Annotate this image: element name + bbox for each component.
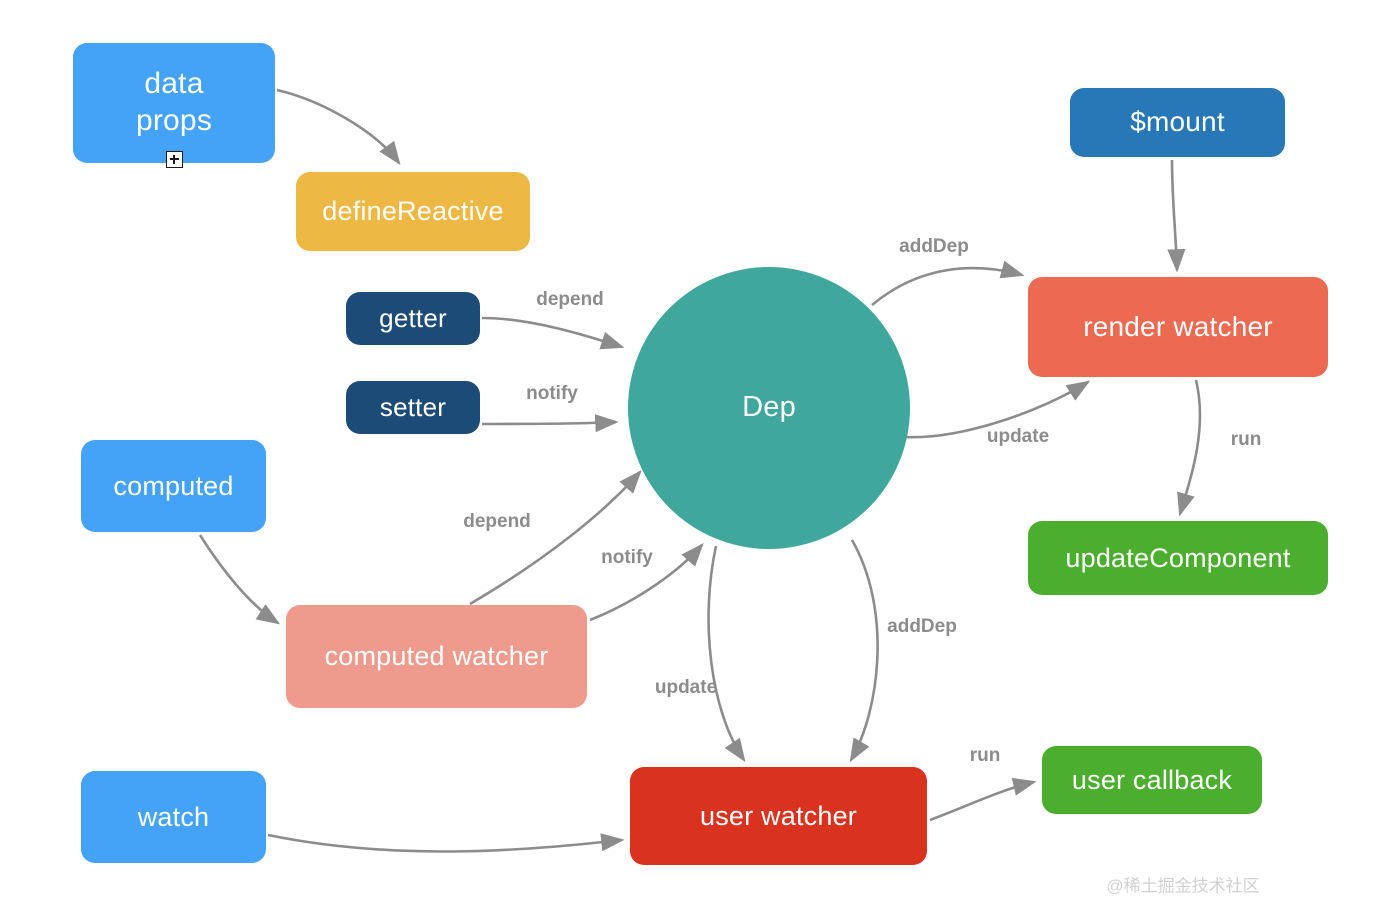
node-label: Dep: [742, 391, 796, 424]
node-label: computed: [113, 470, 234, 501]
node-label: defineReactive: [322, 196, 504, 227]
node-data-props[interactable]: data props: [73, 43, 275, 163]
node-watch[interactable]: watch: [81, 771, 266, 863]
node-label: updateComponent: [1065, 542, 1291, 573]
edge-label-dep-to-renderwatcher-update: update: [986, 426, 1050, 447]
watermark: @稀土掘金技术社区: [1106, 876, 1260, 896]
node-label: getter: [379, 302, 447, 333]
node-label: user watcher: [700, 800, 857, 831]
node-computed[interactable]: computed: [81, 440, 266, 532]
edge-dep-to-userwatcher-update: [707, 545, 746, 763]
edge-label-setter-to-dep: notify: [526, 383, 578, 404]
node-label: computed watcher: [324, 641, 549, 672]
node-label: data props: [135, 67, 213, 137]
edge-setter-to-dep: [481, 414, 619, 433]
edge-label-computedwatcher-to-dep-depend: depend: [463, 511, 531, 532]
node-dep[interactable]: Dep: [628, 267, 910, 549]
edge-userwatcher-to-usercallback: [929, 777, 1037, 822]
edge-watch-to-userwatcher: [267, 833, 625, 853]
edge-renderwatcher-to-updatecomponent: [1177, 379, 1202, 517]
plus-square-icon[interactable]: [166, 151, 183, 168]
edge-dep-to-renderwatcher-adddep: [871, 260, 1025, 306]
node-label: user callback: [1071, 764, 1233, 795]
edge-label-renderwatcher-to-updatecomponent: run: [1230, 429, 1262, 450]
node-getter[interactable]: getter: [346, 292, 480, 345]
edge-computed-to-computedwatcher: [198, 534, 281, 625]
node-user-watcher[interactable]: user watcher: [630, 767, 927, 865]
edge-data-to-definereactive: [276, 88, 401, 166]
edge-computedwatcher-to-dep-depend: [469, 470, 642, 606]
edge-label-userwatcher-to-usercallback: run: [969, 745, 1001, 766]
node-render-watcher[interactable]: render watcher: [1028, 277, 1328, 377]
node-user-callback[interactable]: user callback: [1042, 746, 1262, 814]
node-computed-watcher[interactable]: computed watcher: [286, 605, 587, 708]
node-mount[interactable]: $mount: [1070, 88, 1285, 157]
edge-label-dep-to-renderwatcher-adddep: addDep: [899, 236, 969, 257]
node-label: setter: [379, 391, 447, 422]
node-define-reactive[interactable]: defineReactive: [296, 172, 530, 251]
edge-mount-to-renderwatcher: [1167, 159, 1186, 273]
edge-dep-to-userwatcher-adddep: [849, 539, 879, 763]
diagram-canvas: data props defineReactive getter setter comp…: [0, 0, 1380, 924]
edge-label-dep-to-userwatcher-update: update: [654, 677, 718, 698]
node-label: $mount: [1130, 106, 1225, 138]
node-label: watch: [137, 801, 210, 832]
node-update-component[interactable]: updateComponent: [1028, 521, 1328, 595]
edge-getter-to-dep: [481, 316, 625, 350]
edge-label-dep-to-userwatcher-adddep: addDep: [887, 616, 957, 637]
node-label: render watcher: [1083, 310, 1273, 342]
edge-label-getter-to-dep: depend: [536, 289, 604, 310]
edge-label-computedwatcher-to-dep-notify: notify: [601, 547, 653, 568]
node-setter[interactable]: setter: [346, 381, 480, 434]
